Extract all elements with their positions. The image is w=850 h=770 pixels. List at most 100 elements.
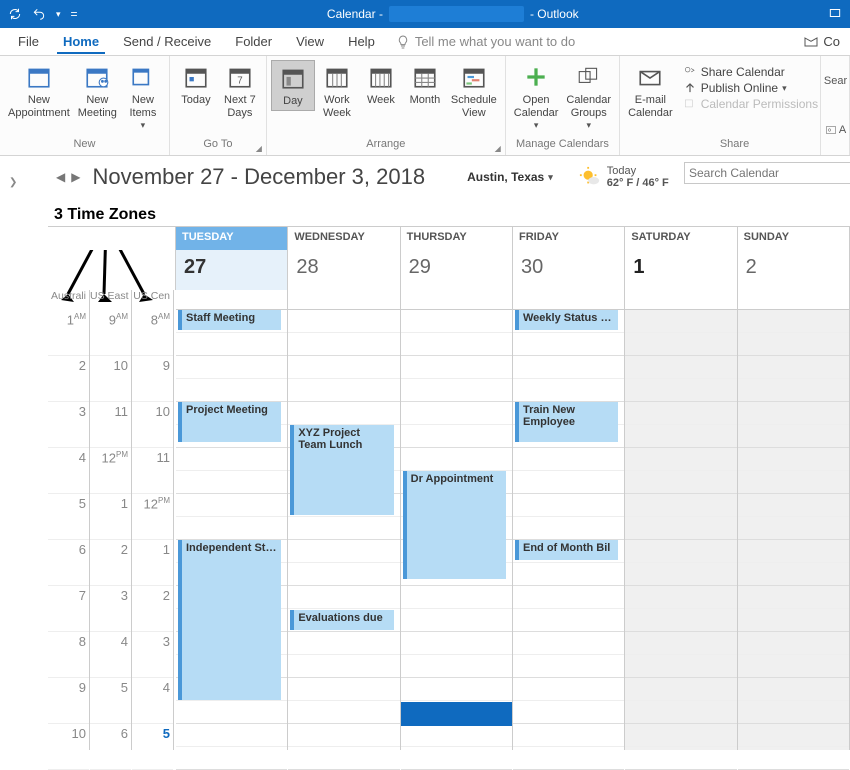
search-calendar-input[interactable]: [684, 162, 850, 184]
share-calendar-link[interactable]: Share Calendar: [679, 64, 822, 80]
dialog-launcher-arrange[interactable]: ◢: [495, 144, 501, 153]
calendar-groups-button[interactable]: Calendar Groups▾: [562, 60, 615, 133]
date-29[interactable]: 29: [401, 250, 513, 290]
tell-me-search[interactable]: Tell me what you want to do: [411, 34, 804, 49]
tab-view[interactable]: View: [284, 30, 336, 53]
time-cell: 12PM: [132, 494, 173, 540]
day-header-tue[interactable]: TUESDAY: [176, 227, 288, 250]
time-cell: 2: [90, 540, 131, 586]
undo-icon[interactable]: [32, 7, 46, 21]
tab-help[interactable]: Help: [336, 30, 387, 53]
day-col-fri[interactable]: Weekly Status Du Train New Employee End of…: [513, 310, 625, 750]
time-cell: 4: [48, 448, 89, 494]
window-title-prefix: Calendar -: [327, 7, 383, 21]
tab-file[interactable]: File: [6, 30, 51, 53]
qat-dropdown-icon[interactable]: ▾: [56, 9, 61, 20]
ribbon-overflow: Sear A: [820, 56, 850, 155]
time-cell: 11: [132, 448, 173, 494]
date-1[interactable]: 1: [625, 250, 737, 290]
window-title-suffix: - Outlook: [530, 7, 579, 21]
day-col-sat[interactable]: [625, 310, 737, 750]
week-view-button[interactable]: Week: [359, 60, 403, 109]
address-book-label[interactable]: A: [839, 124, 846, 136]
event-independent-study[interactable]: Independent Study: [178, 540, 281, 700]
coming-soon-label[interactable]: Co: [823, 34, 840, 49]
sun-icon: [579, 166, 601, 188]
publish-online-link[interactable]: Publish Online▾: [679, 80, 822, 96]
time-cell: 4: [90, 632, 131, 678]
next-7-days-button[interactable]: 7Next 7 Days: [218, 60, 262, 122]
dialog-launcher-goto[interactable]: ◢: [256, 144, 262, 153]
time-ruler: 1AM2345678910 9AM101112PM123456 8AM91011…: [48, 310, 176, 750]
group-label-goto: Go To: [170, 137, 266, 155]
title-bar: ▾ = Calendar - - Outlook: [0, 0, 850, 28]
time-cell: 9: [48, 678, 89, 724]
event-weekly-status[interactable]: Weekly Status Du: [515, 310, 618, 330]
time-cell: 5: [132, 724, 173, 770]
new-items-button[interactable]: New Items▾: [121, 60, 165, 133]
group-label-new: New: [0, 137, 169, 155]
time-cell: 3: [90, 586, 131, 632]
date-30[interactable]: 30: [513, 250, 625, 290]
search-calendar-box[interactable]: [684, 162, 850, 184]
new-appointment-button[interactable]: New Appointment: [4, 60, 74, 122]
search-truncated-label[interactable]: Sear: [824, 75, 847, 87]
day-view-button[interactable]: Day: [271, 60, 315, 111]
tab-send-receive[interactable]: Send / Receive: [111, 30, 223, 53]
day-header-wed[interactable]: WEDNESDAY: [288, 227, 400, 250]
day-header-sun[interactable]: SUNDAY: [738, 227, 850, 250]
event-project-meeting[interactable]: Project Meeting: [178, 402, 281, 442]
calendar-nav-row: ◀ ▶ November 27 - December 3, 2018 Austi…: [0, 156, 850, 194]
day-header-sat[interactable]: SATURDAY: [625, 227, 737, 250]
event-end-of-month[interactable]: End of Month Bil: [515, 540, 618, 560]
day-col-tue[interactable]: Staff Meeting Project Meeting Independent …: [176, 310, 288, 750]
today-button[interactable]: Today: [174, 60, 218, 109]
month-view-button[interactable]: Month: [403, 60, 447, 109]
tz-label-3: US Cen: [132, 290, 174, 310]
event-xyz-lunch[interactable]: XYZ Project Team Lunch: [290, 425, 393, 515]
time-cell: 5: [48, 494, 89, 540]
prev-period-button[interactable]: ◀: [56, 170, 65, 184]
day-col-thu[interactable]: Dr Appointment: [401, 310, 513, 750]
time-cell: 7: [48, 586, 89, 632]
tz-label-1: Australi: [48, 290, 90, 310]
day-col-sun[interactable]: [738, 310, 850, 750]
busy-block-thu[interactable]: [401, 702, 512, 726]
date-2[interactable]: 2: [738, 250, 850, 290]
day-col-wed[interactable]: XYZ Project Team Lunch Evaluations due: [288, 310, 400, 750]
time-cell: 9AM: [90, 310, 131, 356]
email-calendar-button[interactable]: E-mail Calendar: [624, 60, 677, 122]
next-period-button[interactable]: ▶: [71, 170, 80, 184]
time-cell: 6: [90, 724, 131, 770]
time-cell: 2: [132, 586, 173, 632]
ribbon: New Appointment New Meeting New Items▾ N…: [0, 56, 850, 156]
group-label-arrange: Arrange: [267, 137, 505, 155]
refresh-icon[interactable]: [8, 7, 22, 21]
day-header-thu[interactable]: THURSDAY: [401, 227, 513, 250]
time-cell: 10: [132, 402, 173, 448]
time-cell: 2: [48, 356, 89, 402]
date-range-label: November 27 - December 3, 2018: [92, 164, 425, 190]
event-train-employee[interactable]: Train New Employee: [515, 402, 618, 442]
svg-text:7: 7: [237, 76, 242, 87]
time-cell: 11: [90, 402, 131, 448]
weather-location-picker[interactable]: Austin, Texas▾: [467, 170, 553, 184]
group-label-manage: Manage Calendars: [506, 137, 619, 155]
time-cell: 1: [132, 540, 173, 586]
date-27[interactable]: 27: [176, 250, 288, 290]
time-cell: 8AM: [132, 310, 173, 356]
window-mode-icon[interactable]: [828, 6, 842, 20]
work-week-button[interactable]: Work Week: [315, 60, 359, 122]
weather-temps: 62° F / 46° F: [607, 177, 669, 189]
open-calendar-button[interactable]: Open Calendar▾: [510, 60, 563, 133]
new-meeting-button[interactable]: New Meeting: [74, 60, 121, 122]
tab-home[interactable]: Home: [51, 30, 111, 53]
date-28[interactable]: 28: [288, 250, 400, 290]
time-cell: 1AM: [48, 310, 89, 356]
tab-folder[interactable]: Folder: [223, 30, 284, 53]
schedule-view-button[interactable]: Schedule View: [447, 60, 501, 122]
event-evaluations[interactable]: Evaluations due: [290, 610, 393, 630]
event-staff-meeting[interactable]: Staff Meeting: [178, 310, 281, 330]
day-header-fri[interactable]: FRIDAY: [513, 227, 625, 250]
event-dr-appointment[interactable]: Dr Appointment: [403, 471, 506, 579]
